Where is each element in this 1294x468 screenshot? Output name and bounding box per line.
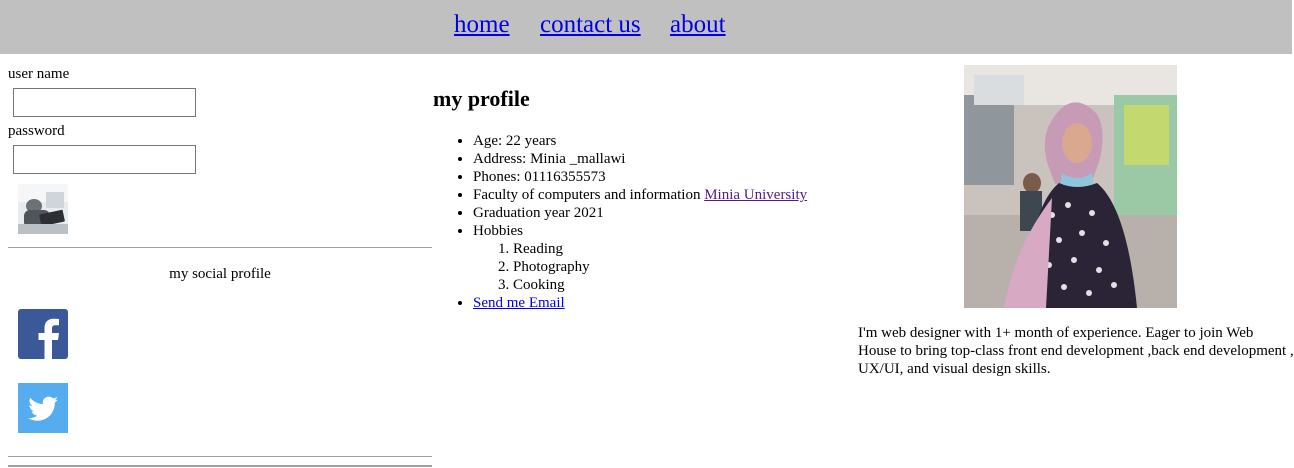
send-email-link[interactable]: Send me Email [473, 295, 565, 311]
bio-paragraph: I'm web designer with 1+ month of experi… [858, 325, 1294, 377]
hobbies-label: Hobbies [473, 223, 523, 239]
password-input[interactable] [13, 145, 196, 174]
divider-bottom [8, 456, 432, 457]
nav-home-link[interactable]: home [454, 10, 510, 40]
divider-top [8, 247, 432, 248]
profile-heading: my profile [433, 86, 530, 111]
profile-photo [964, 65, 1177, 308]
graduation-item: Graduation year 2021 [473, 204, 807, 222]
hobby-item: Cooking [513, 276, 807, 294]
divider-footer [8, 465, 432, 467]
faculty-item: Faculty of computers and information Min… [473, 186, 807, 204]
twitter-icon[interactable] [18, 383, 68, 433]
hobbies-item: Hobbies Reading Photography Cooking [473, 222, 807, 294]
nav-contact-link[interactable]: contact us [540, 10, 641, 40]
faculty-text: Faculty of computers and information [473, 187, 705, 203]
nav-about-link[interactable]: about [670, 10, 726, 40]
social-profile-heading: my social profile [169, 266, 271, 282]
hobbies-list: Reading Photography Cooking [473, 240, 807, 294]
password-label: password [8, 123, 65, 139]
hobby-item: Photography [513, 258, 807, 276]
facebook-icon[interactable] [18, 309, 68, 359]
top-nav-bar: home contact us about [0, 0, 1292, 54]
username-label: user name [8, 66, 70, 82]
email-item: Send me Email [473, 294, 807, 312]
age-item: Age: 22 years [473, 132, 807, 150]
profile-info-list: Age: 22 years Address: Minia _mallawi Ph… [433, 132, 807, 312]
login-image-button[interactable] [18, 184, 68, 234]
phones-item: Phones: 01116355573 [473, 168, 807, 186]
hobby-item: Reading [513, 240, 807, 258]
username-input[interactable] [13, 88, 196, 117]
address-item: Address: Minia _mallawi [473, 150, 807, 168]
university-link[interactable]: Minia University [704, 187, 807, 203]
